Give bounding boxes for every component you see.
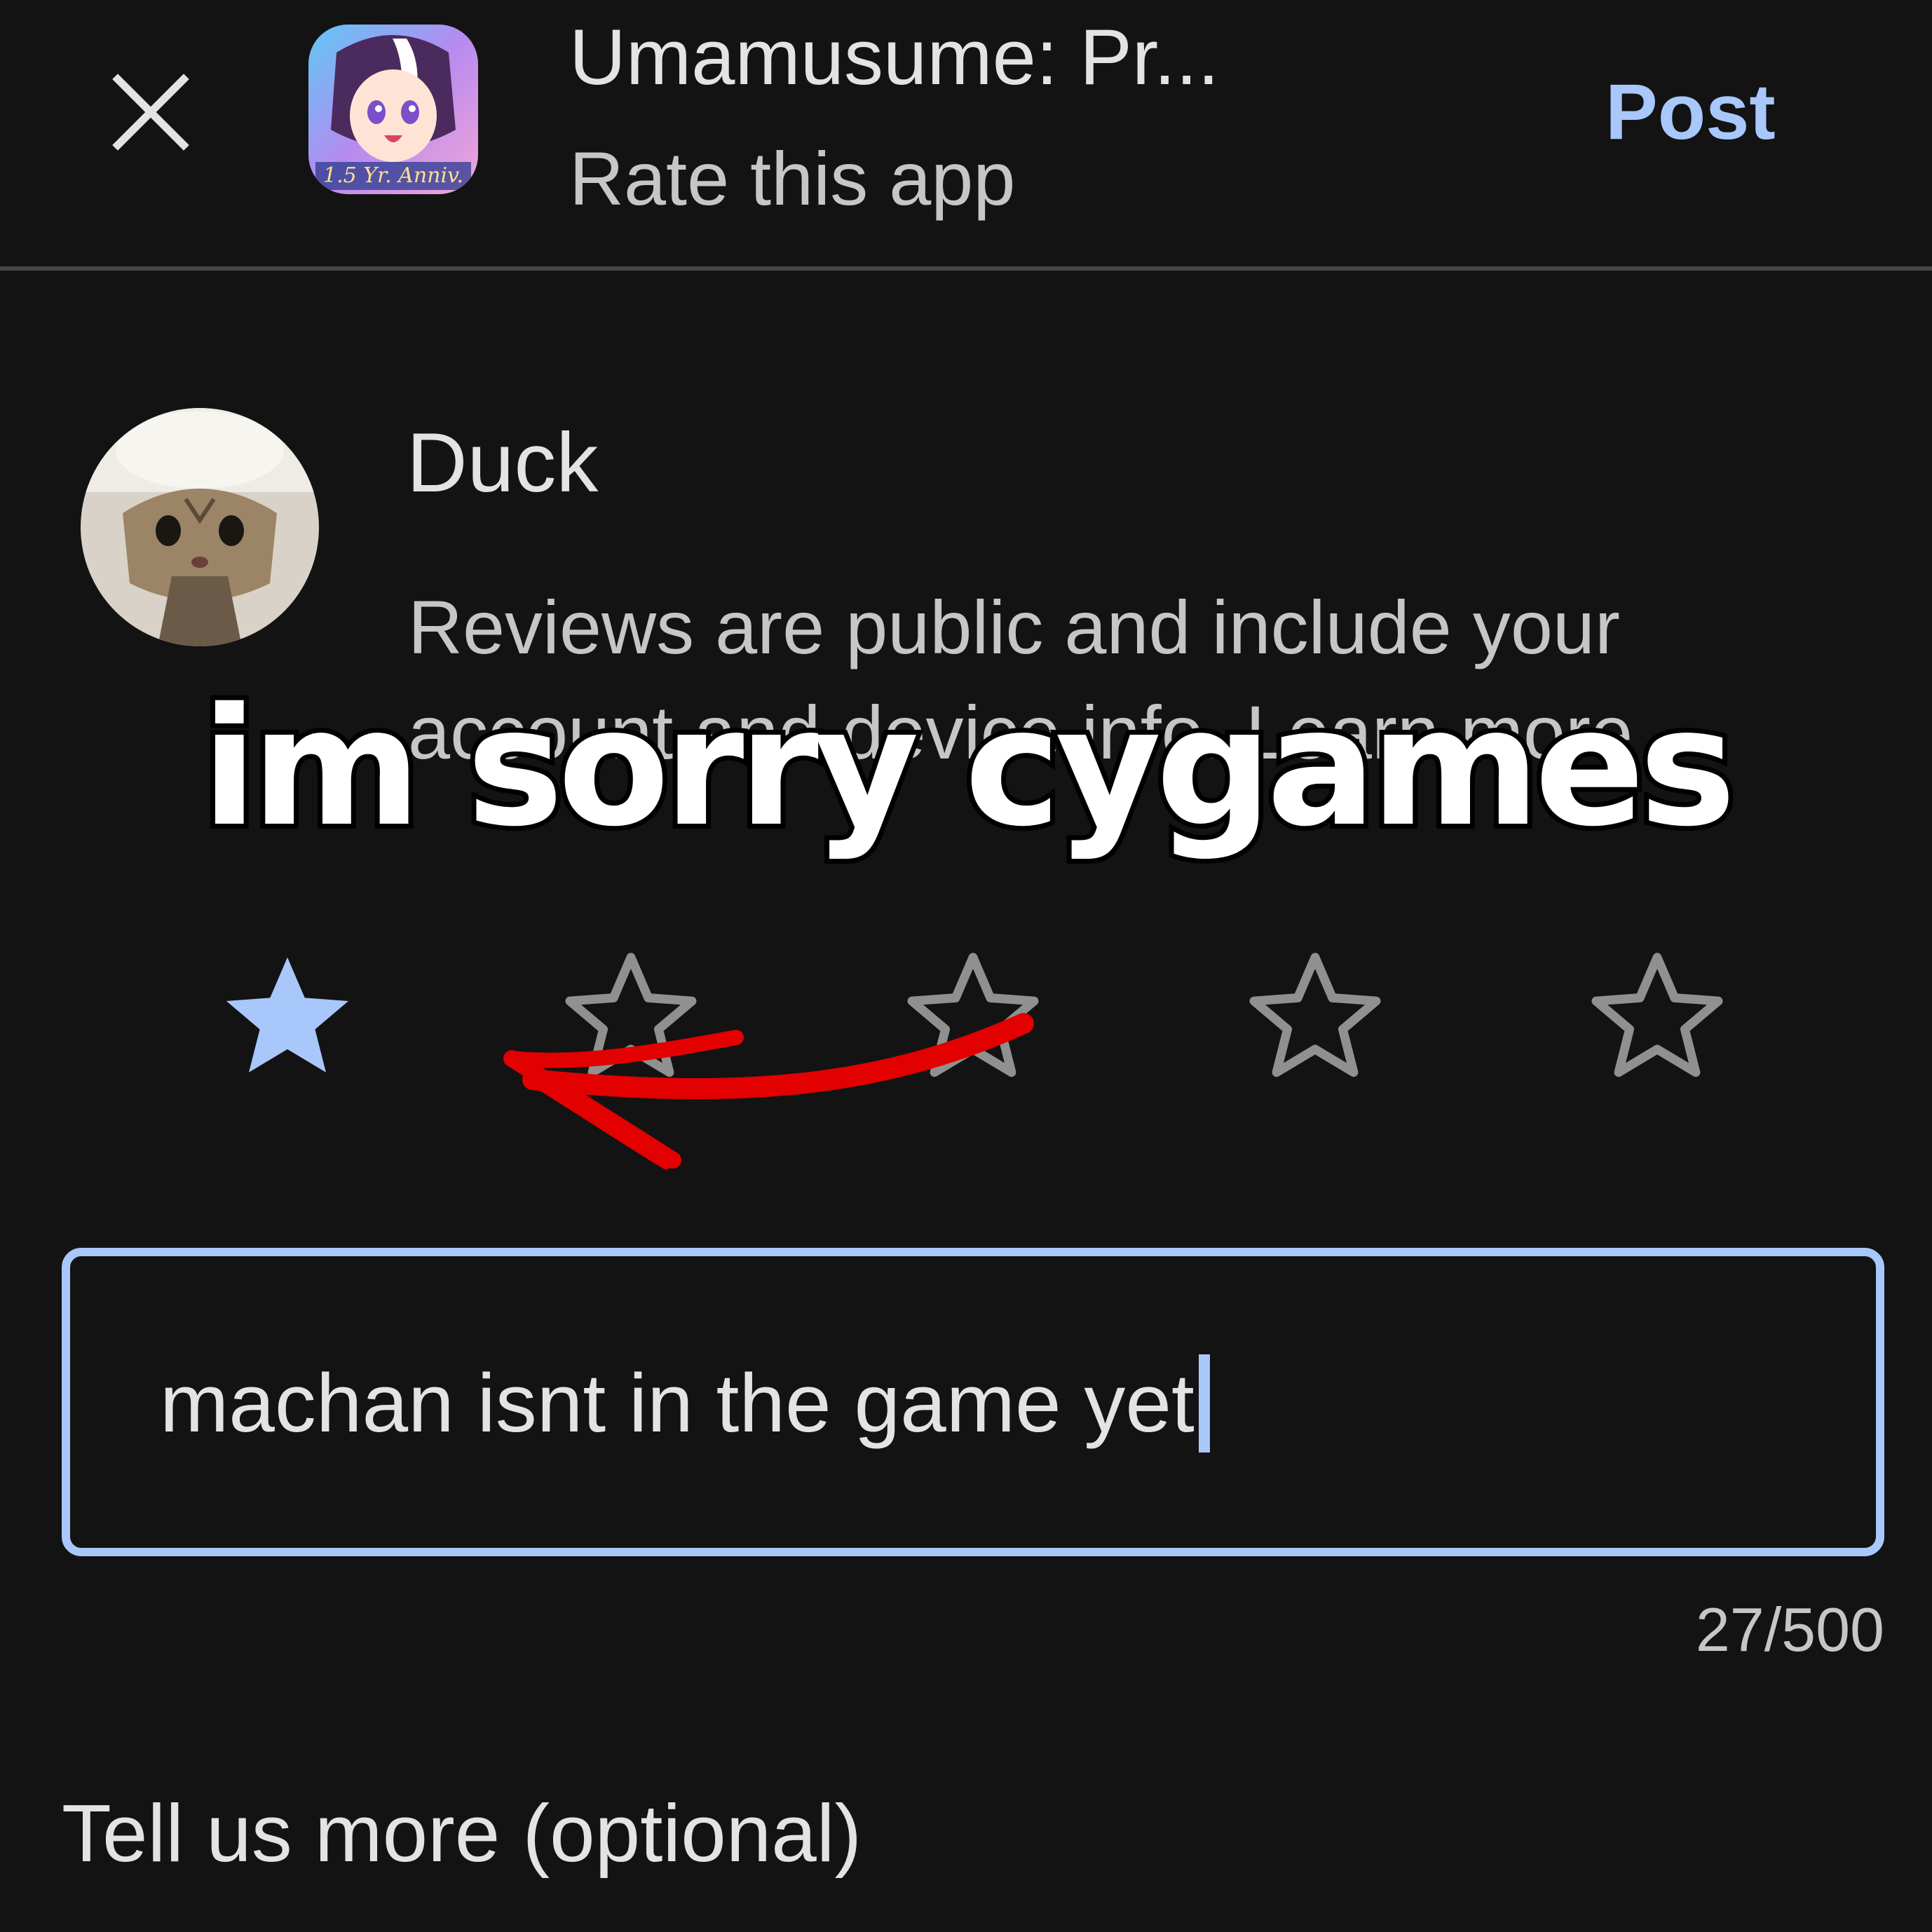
app-icon-badge: 1.5 Yr. Anniv. — [323, 163, 463, 188]
header-divider — [0, 266, 1932, 271]
app-subtitle: Rate this app — [569, 136, 1016, 221]
caption-overlay: im sorry cygames — [197, 672, 1741, 864]
star-5[interactable] — [1580, 939, 1734, 1094]
text-cursor — [1198, 1354, 1210, 1453]
review-input[interactable]: machan isnt in the game yet — [62, 1248, 1884, 1556]
review-text-value: machan isnt in the game yet — [160, 1357, 1195, 1450]
review-text-field[interactable]: machan isnt in the game yet — [160, 1347, 1210, 1460]
top-bar: 1.5 Yr. Anniv. Umamusume: Pr... Rate thi… — [0, 0, 1932, 268]
star-2[interactable] — [554, 939, 708, 1094]
app-title: Umamusume: Pr... — [569, 13, 1220, 101]
star-outline-icon — [907, 953, 1039, 1077]
close-icon — [112, 74, 189, 151]
avatar — [81, 408, 319, 646]
app-icon: 1.5 Yr. Anniv. — [308, 25, 478, 194]
character-counter: 27/500 — [1695, 1595, 1884, 1664]
star-rating — [0, 939, 1932, 1094]
close-button[interactable] — [105, 67, 196, 158]
user-name: Duck — [407, 416, 599, 510]
star-3[interactable] — [896, 939, 1050, 1094]
star-4[interactable] — [1238, 939, 1392, 1094]
post-button[interactable]: Post — [1605, 67, 1776, 158]
star-filled-icon — [226, 957, 349, 1073]
tell-us-more-label[interactable]: Tell us more (optional) — [62, 1784, 862, 1882]
star-1[interactable] — [210, 939, 365, 1094]
star-outline-icon — [1591, 953, 1723, 1077]
star-outline-icon — [565, 953, 697, 1077]
star-outline-icon — [1249, 953, 1381, 1077]
